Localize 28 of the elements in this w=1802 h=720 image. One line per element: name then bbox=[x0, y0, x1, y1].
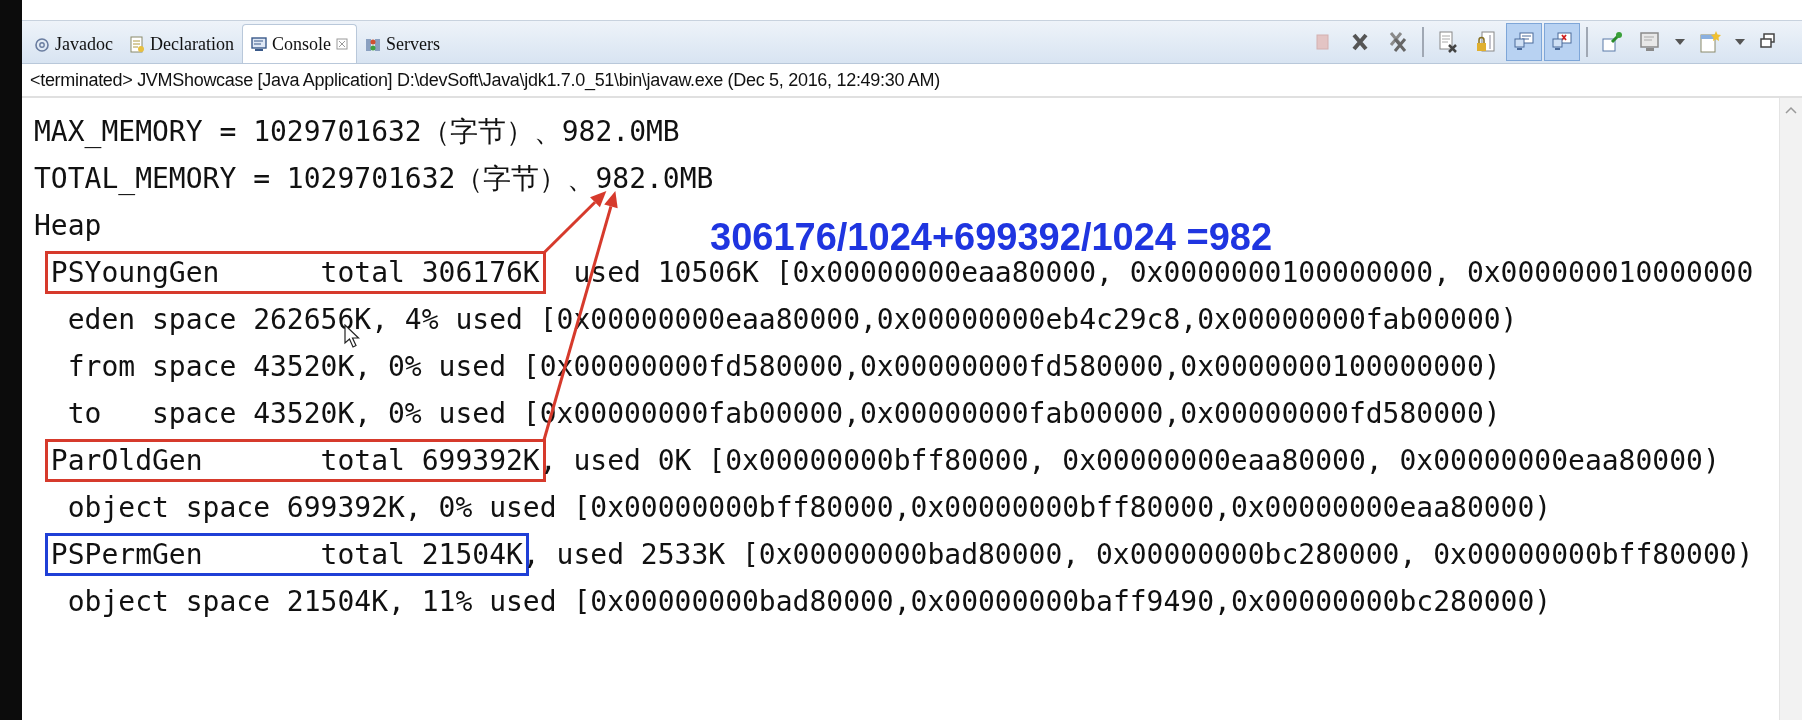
highlighted-text: PSPermGen total 21504K bbox=[44, 533, 529, 576]
scroll-up-icon[interactable] bbox=[1785, 106, 1797, 114]
view-tab[interactable]: Servers bbox=[356, 25, 448, 63]
view-tab[interactable]: Javadoc bbox=[26, 25, 121, 63]
console-error-button[interactable] bbox=[1544, 23, 1580, 61]
process-status: <terminated> JVMShowcase [Java Application] D:\devSoft\Java\jdk1.7.0_51\bin\javaw.exe (Dec 5, 2016, 12:49:30 AM) bbox=[22, 64, 1802, 98]
close-icon[interactable] bbox=[335, 38, 348, 50]
document-icon bbox=[129, 35, 145, 53]
console-text: object space 699392K, 0% used [0x00000000bff80000,0x00000000bff80000,0x00000000eaa80000) bbox=[66, 491, 1552, 524]
monitor-icon bbox=[250, 35, 267, 53]
highlighted-text: ParOldGen total 699392K bbox=[44, 439, 546, 482]
dropdown-arrow-icon bbox=[1735, 39, 1745, 45]
console-text: MAX_MEMORY = 1029701632（字节）、982.0MB bbox=[34, 115, 680, 148]
console-text: TOTAL_MEMORY = 1029701632（字节）、982.0MB bbox=[34, 162, 714, 195]
highlighted-text: PSYoungGen total 306176K bbox=[44, 251, 546, 294]
scrollbar[interactable] bbox=[1779, 98, 1802, 720]
view-tab[interactable]: Declaration bbox=[121, 25, 242, 63]
pin-icon bbox=[1600, 30, 1624, 54]
console-text: object space 21504K, 11% used [0x00000000bad80000,0x00000000baff9490,0x00000000bc280000) bbox=[66, 585, 1552, 618]
view-tab[interactable]: Console bbox=[241, 24, 357, 63]
document-cross-icon bbox=[1436, 30, 1460, 54]
new-document-icon bbox=[1698, 30, 1722, 54]
monitor-icon bbox=[1638, 30, 1662, 54]
lock-document-icon bbox=[1474, 30, 1498, 54]
console-output-button[interactable] bbox=[1506, 23, 1542, 61]
dropdown-arrow-icon bbox=[1675, 39, 1685, 45]
annotation-formula: 306176/1024+699392/1024 =982 bbox=[710, 216, 1273, 259]
console-text: Heap bbox=[34, 209, 102, 242]
